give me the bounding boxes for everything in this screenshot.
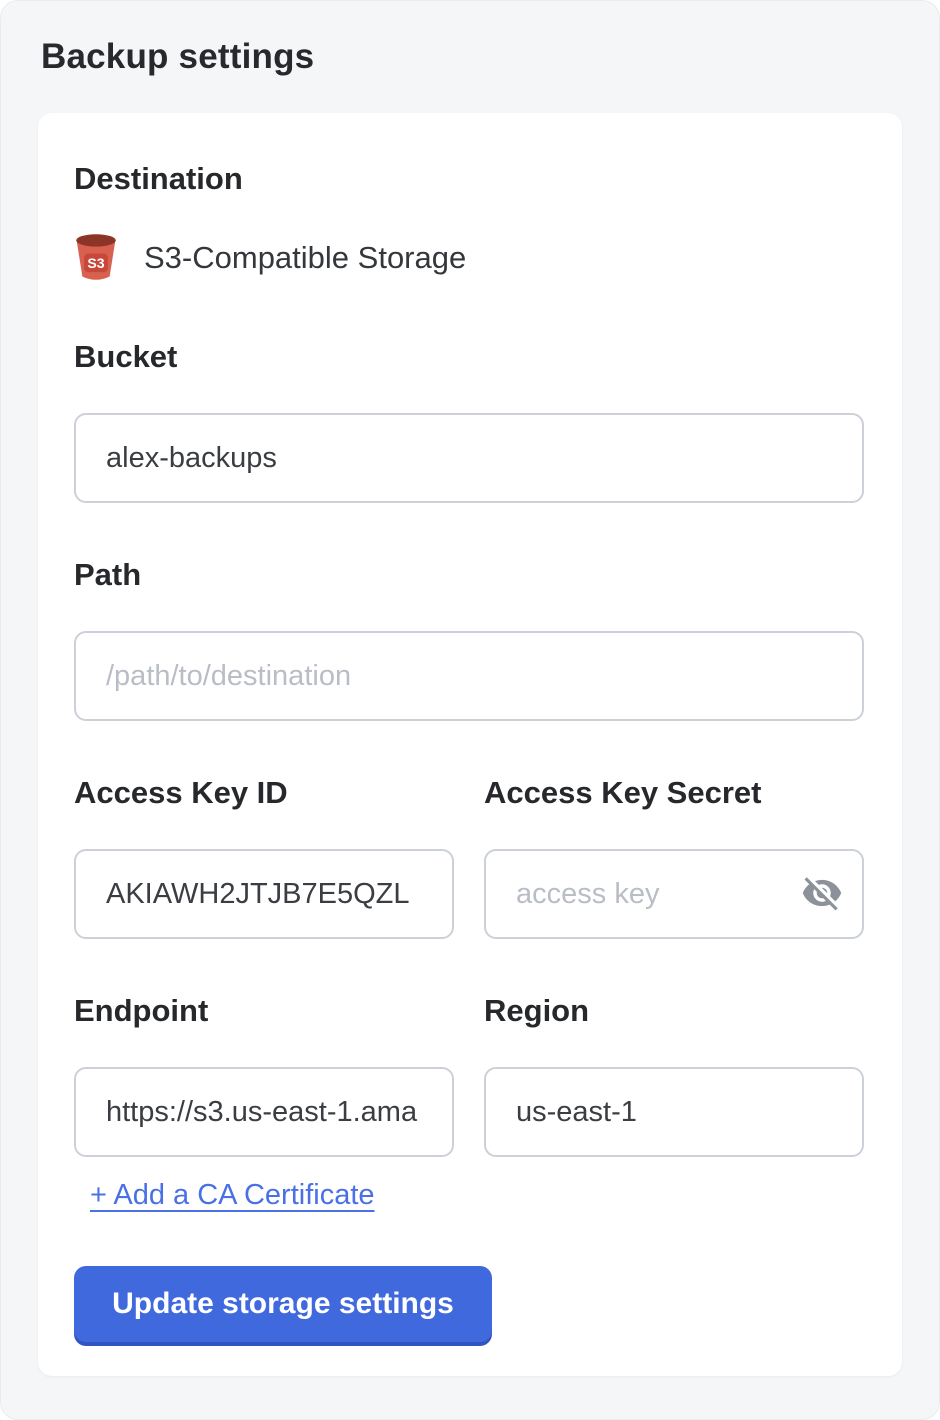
access-key-id-label: Access Key ID: [74, 775, 454, 811]
bucket-input[interactable]: [74, 413, 864, 503]
bucket-field: Bucket: [74, 339, 864, 503]
svg-text:S3: S3: [87, 255, 104, 271]
access-keys-row: Access Key ID Access Key Secret: [74, 775, 864, 939]
access-key-secret-field: Access Key Secret: [484, 775, 864, 939]
add-ca-certificate-link[interactable]: + Add a CA Certificate: [90, 1179, 375, 1212]
bucket-label: Bucket: [74, 339, 864, 375]
bucket-input-wrap: [74, 413, 864, 503]
destination-label: Destination: [74, 161, 864, 197]
destination-row: S3 S3-Compatible Storage: [74, 231, 864, 285]
path-input[interactable]: [74, 631, 864, 721]
backup-settings-card: Destination S3 S3-Compatible Storage Buc…: [38, 113, 902, 1376]
path-field: Path: [74, 557, 864, 721]
region-label: Region: [484, 993, 864, 1029]
toggle-secret-visibility-button[interactable]: [798, 870, 846, 918]
endpoint-field: Endpoint: [74, 993, 454, 1157]
path-label: Path: [74, 557, 864, 593]
destination-value: S3-Compatible Storage: [144, 240, 466, 276]
region-field: Region: [484, 993, 864, 1157]
access-key-secret-label: Access Key Secret: [484, 775, 864, 811]
access-key-secret-input-wrap: [484, 849, 864, 939]
region-input[interactable]: [484, 1067, 864, 1157]
update-storage-settings-button[interactable]: Update storage settings: [74, 1266, 492, 1342]
page-title: Backup settings: [41, 37, 939, 77]
eye-off-icon: [801, 872, 843, 917]
access-key-id-input[interactable]: [74, 849, 454, 939]
endpoint-input-wrap: [74, 1067, 454, 1157]
s3-bucket-icon: S3: [74, 233, 118, 283]
access-key-id-input-wrap: [74, 849, 454, 939]
region-input-wrap: [484, 1067, 864, 1157]
access-key-id-field: Access Key ID: [74, 775, 454, 939]
endpoint-input[interactable]: [74, 1067, 454, 1157]
path-input-wrap: [74, 631, 864, 721]
endpoint-region-row: Endpoint Region: [74, 993, 864, 1157]
endpoint-label: Endpoint: [74, 993, 454, 1029]
backup-settings-panel: Backup settings Destination S3 S3-Compat…: [0, 0, 940, 1420]
